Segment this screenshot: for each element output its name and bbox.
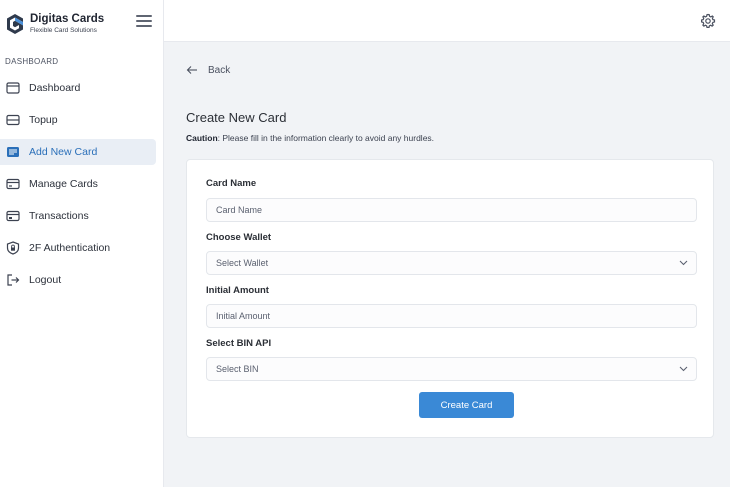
sidebar-item-add-new-card[interactable]: Add New Card bbox=[0, 139, 156, 165]
transactions-icon bbox=[6, 209, 20, 223]
card-icon bbox=[6, 177, 20, 191]
app-root: Digitas Cards Flexible Card Solutions DA… bbox=[0, 0, 730, 487]
sidebar-item-label: Topup bbox=[29, 114, 58, 126]
wallet-select[interactable]: Select Wallet bbox=[206, 251, 697, 275]
shield-icon bbox=[6, 241, 20, 255]
caution-note: Caution: Please fill in the information … bbox=[186, 133, 434, 143]
caution-label: Caution bbox=[186, 133, 218, 143]
create-card-button[interactable]: Create Card bbox=[419, 392, 514, 418]
sidebar-item-label: Manage Cards bbox=[29, 178, 98, 190]
gear-icon[interactable] bbox=[700, 13, 716, 29]
menu-toggle-icon[interactable] bbox=[136, 15, 152, 27]
sidebar: Digitas Cards Flexible Card Solutions DA… bbox=[0, 0, 164, 487]
sidebar-nav: Dashboard Topup Add New Card Manage Card… bbox=[0, 75, 164, 299]
dashboard-icon bbox=[6, 81, 20, 95]
wallet-select-value: Select Wallet bbox=[216, 258, 269, 268]
back-link[interactable]: Back bbox=[186, 64, 230, 76]
sidebar-item-label: Add New Card bbox=[29, 146, 98, 158]
chevron-down-icon bbox=[679, 260, 688, 266]
sidebar-item-transactions[interactable]: Transactions bbox=[0, 203, 156, 229]
page-title: Create New Card bbox=[186, 110, 287, 125]
sidebar-item-label: Dashboard bbox=[29, 82, 81, 94]
logo-icon bbox=[7, 14, 23, 34]
card-name-label: Card Name bbox=[206, 178, 257, 189]
topbar bbox=[164, 0, 730, 42]
bin-label: Select BIN API bbox=[206, 338, 272, 349]
arrow-left-icon bbox=[186, 66, 197, 74]
caution-text: : Please fill in the information clearly… bbox=[217, 133, 435, 143]
amount-label: Initial Amount bbox=[206, 285, 269, 296]
brand[interactable]: Digitas Cards Flexible Card Solutions bbox=[6, 10, 156, 38]
sidebar-item-manage-cards[interactable]: Manage Cards bbox=[0, 171, 156, 197]
sidebar-item-label: Logout bbox=[29, 274, 62, 286]
logout-icon bbox=[6, 273, 20, 287]
sidebar-item-dashboard[interactable]: Dashboard bbox=[0, 75, 156, 101]
add-card-icon bbox=[6, 145, 20, 159]
brand-tagline: Flexible Card Solutions bbox=[30, 27, 97, 34]
chevron-down-icon bbox=[679, 366, 688, 372]
amount-input[interactable] bbox=[206, 304, 697, 328]
sidebar-item-topup[interactable]: Topup bbox=[0, 107, 156, 133]
sidebar-item-logout[interactable]: Logout bbox=[0, 267, 156, 293]
create-card-form: Card Name Choose Wallet Select Wallet In… bbox=[186, 159, 714, 438]
back-label: Back bbox=[208, 64, 231, 76]
topup-icon bbox=[6, 113, 20, 127]
sidebar-section-label: DASHBOARD bbox=[5, 57, 59, 66]
sidebar-item-label: Transactions bbox=[29, 210, 89, 222]
sidebar-item-label: 2F Authentication bbox=[29, 242, 111, 254]
bin-select-value: Select BIN bbox=[216, 364, 259, 374]
card-name-input[interactable] bbox=[206, 198, 697, 222]
sidebar-item-2f-authentication[interactable]: 2F Authentication bbox=[0, 235, 156, 261]
bin-select[interactable]: Select BIN bbox=[206, 357, 697, 381]
wallet-label: Choose Wallet bbox=[206, 232, 272, 243]
brand-name: Digitas Cards bbox=[30, 12, 105, 25]
